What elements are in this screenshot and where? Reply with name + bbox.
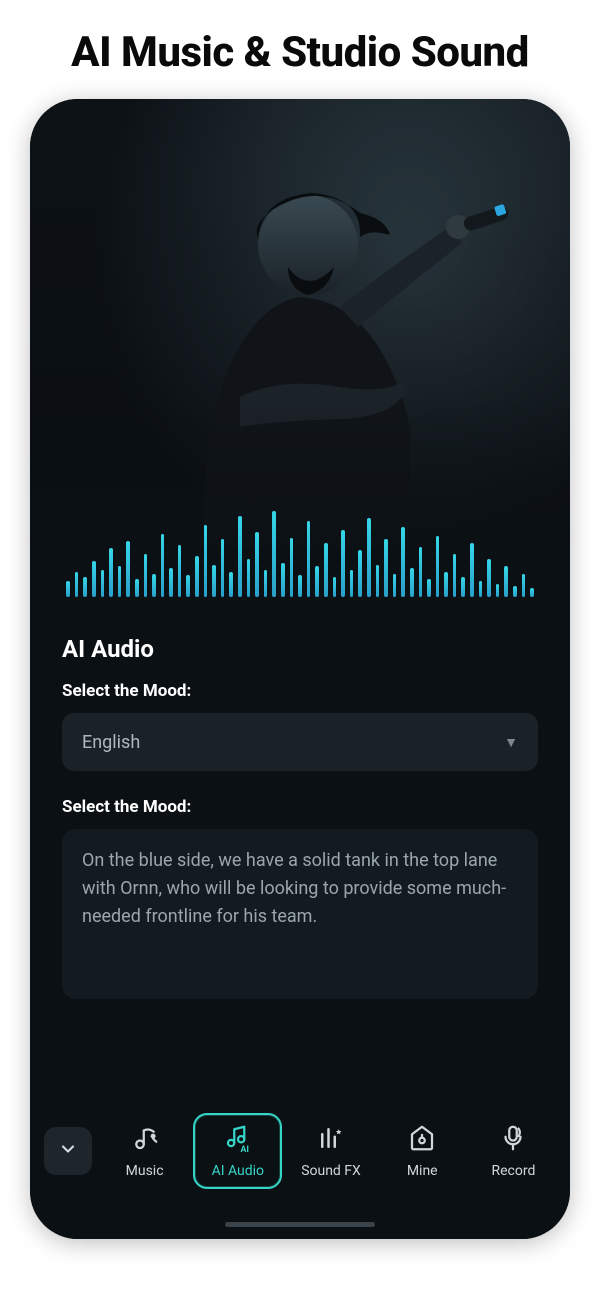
hero-image xyxy=(30,99,570,619)
prompt-label: Select the Mood: xyxy=(62,797,538,817)
tab-record[interactable]: Record xyxy=(471,1113,556,1189)
marketing-headline: AI Music & Studio Sound xyxy=(0,0,600,99)
mood-label: Select the Mood: xyxy=(62,681,538,701)
panel-title: AI Audio xyxy=(62,635,538,663)
folder-icon xyxy=(407,1123,437,1157)
tab-music[interactable]: Music xyxy=(102,1113,187,1189)
svg-text:AI: AI xyxy=(240,1145,248,1153)
ai-audio-icon: AI xyxy=(223,1123,253,1157)
prompt-textarea[interactable]: On the blue side, we have a solid tank i… xyxy=(62,829,538,999)
bottom-toolbar: Music AI AI Audio Sound xyxy=(30,1089,570,1239)
home-indicator xyxy=(225,1222,375,1227)
tab-label: Sound FX xyxy=(301,1163,361,1179)
tab-bar: Music AI AI Audio Sound xyxy=(102,1113,556,1189)
chevron-down-icon: ▼ xyxy=(504,734,518,751)
equalizer-icon xyxy=(316,1123,346,1157)
tab-sound-fx[interactable]: Sound FX xyxy=(288,1113,373,1189)
tab-label: Music xyxy=(126,1163,164,1179)
ai-audio-panel: AI Audio Select the Mood: English ▼ Sele… xyxy=(30,619,570,999)
prompt-text: On the blue side, we have a solid tank i… xyxy=(82,850,506,927)
collapse-button[interactable] xyxy=(44,1127,92,1175)
tab-mine[interactable]: Mine xyxy=(380,1113,465,1189)
music-note-icon xyxy=(130,1123,160,1157)
mood-select-value: English xyxy=(82,732,140,753)
chevron-down-icon xyxy=(58,1139,78,1164)
audio-waveform xyxy=(30,507,570,597)
tab-ai-audio[interactable]: AI AI Audio xyxy=(193,1113,282,1189)
tab-label: Mine xyxy=(407,1163,438,1179)
tab-label: AI Audio xyxy=(212,1163,264,1179)
phone-frame: AI Audio Select the Mood: English ▼ Sele… xyxy=(30,99,570,1239)
mood-select[interactable]: English ▼ xyxy=(62,713,538,771)
tab-label: Record xyxy=(491,1163,535,1179)
microphone-icon xyxy=(498,1123,528,1157)
